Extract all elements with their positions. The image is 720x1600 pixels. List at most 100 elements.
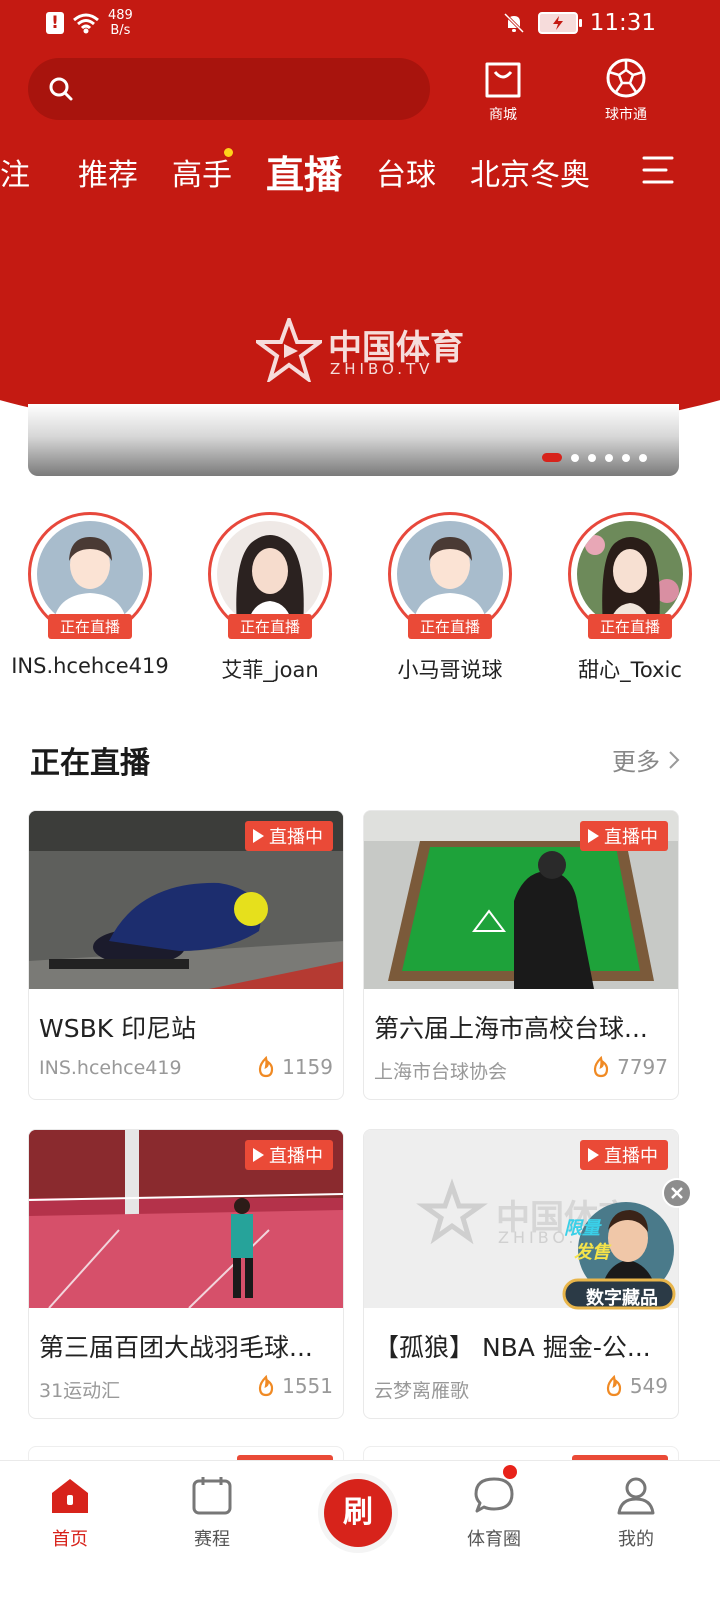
default-avatar-icon bbox=[37, 521, 143, 627]
tab-live[interactable]: 直播 bbox=[266, 144, 342, 199]
digital-collectible-promo[interactable]: 限量 发售 数字藏品 bbox=[560, 1194, 676, 1310]
notification-dot bbox=[503, 1465, 517, 1479]
heat-value: 549 bbox=[629, 1374, 668, 1398]
mall-button[interactable]: 商城 bbox=[468, 56, 538, 124]
nav-schedule-label: 赛程 bbox=[194, 1529, 230, 1550]
card-author: 云梦离雁歌 bbox=[374, 1380, 470, 1402]
card-title: WSBK 印尼站 bbox=[39, 1014, 197, 1043]
tab-experts[interactable]: 高手 bbox=[172, 150, 232, 194]
search-icon bbox=[49, 77, 73, 101]
battery-icon bbox=[537, 12, 582, 34]
live-card[interactable]: 直播中 WSBK 印尼站 INS.hcehce419 1159 bbox=[28, 810, 344, 1100]
card-author: INS.hcehce419 bbox=[39, 1057, 182, 1079]
tab-beijing-winter-olympics[interactable]: 北京冬奥 bbox=[470, 150, 590, 194]
heat-value: 1551 bbox=[282, 1374, 333, 1398]
brand-logo: 中国体育 ZHIBO.TV bbox=[256, 318, 464, 384]
tab-billiards[interactable]: 台球 bbox=[376, 150, 436, 194]
category-tabs: 关注 推荐 高手 直播 台球 北京冬奥 bbox=[0, 140, 720, 204]
user-icon bbox=[617, 1477, 655, 1515]
default-avatar-icon bbox=[397, 521, 503, 627]
live-badge: 正在直播 bbox=[227, 614, 313, 639]
live-card[interactable]: 直播中 第三届百团大战羽毛球... 31运动汇 1551 bbox=[28, 1129, 344, 1419]
streamer-item[interactable]: 正在直播 甜心_Toxic bbox=[540, 512, 720, 684]
carousel-dots bbox=[542, 453, 647, 462]
flame-icon bbox=[593, 1056, 609, 1078]
card-author: 上海市台球协会 bbox=[374, 1061, 508, 1083]
play-icon bbox=[253, 1148, 264, 1162]
tab-recommend[interactable]: 推荐 bbox=[78, 150, 138, 194]
live-tag-label: 直播中 bbox=[604, 1146, 658, 1167]
heat-count: 7797 bbox=[591, 1055, 668, 1079]
sim-alert-icon bbox=[46, 12, 64, 34]
nav-home-label: 首页 bbox=[52, 1529, 88, 1550]
live-tag-label: 直播中 bbox=[269, 827, 323, 848]
carousel-dot[interactable] bbox=[571, 453, 579, 462]
app-screen: 489 B/s 11:31 bbox=[0, 0, 720, 1600]
card-title: 【孤狼】 NBA 掘金-公... bbox=[374, 1333, 651, 1362]
streamer-name: 甜心_Toxic bbox=[578, 658, 682, 682]
network-speed: 489 B/s bbox=[108, 8, 133, 38]
live-tag: 直播中 bbox=[245, 821, 333, 851]
nav-sports-circle-label: 体育圈 bbox=[467, 1529, 521, 1550]
mall-label: 商城 bbox=[489, 107, 517, 123]
status-bar: 489 B/s 11:31 bbox=[0, 0, 720, 48]
streamer-item[interactable]: 正在直播 INS.hcehce419 bbox=[0, 512, 180, 678]
tab-follow[interactable]: 关注 bbox=[0, 150, 30, 194]
search-input[interactable] bbox=[28, 58, 430, 120]
heat-count: 1159 bbox=[256, 1055, 333, 1079]
live-badge: 正在直播 bbox=[407, 614, 493, 639]
avatar: 正在直播 bbox=[388, 512, 512, 639]
nav-profile[interactable]: 我的 bbox=[576, 1475, 696, 1551]
avatar: 正在直播 bbox=[208, 512, 332, 639]
heat-value: 1159 bbox=[282, 1055, 333, 1079]
nav-home[interactable]: 首页 bbox=[10, 1475, 130, 1551]
avatar: 正在直播 bbox=[28, 512, 152, 639]
streamer-photo bbox=[577, 521, 683, 627]
live-streamers-row: 正在直播 INS.hcehce419 正在直播 艾菲_joan 正在直播 小马哥… bbox=[0, 512, 720, 692]
nav-shuffle-button[interactable]: 刷 bbox=[318, 1473, 398, 1553]
promo-line3: 数字藏品 bbox=[586, 1288, 658, 1309]
carousel-dot[interactable] bbox=[542, 453, 562, 462]
brand-logo-en: ZHIBO.TV bbox=[330, 360, 434, 378]
close-icon bbox=[671, 1187, 683, 1199]
status-right: 11:31 bbox=[502, 10, 656, 36]
more-label: 更多 bbox=[612, 748, 660, 776]
banner-carousel[interactable] bbox=[28, 404, 679, 476]
streamer-item[interactable]: 正在直播 艾菲_joan bbox=[180, 512, 360, 684]
card-title: 第六届上海市高校台球... bbox=[374, 1014, 648, 1043]
flame-icon bbox=[258, 1375, 274, 1397]
carousel-dot[interactable] bbox=[605, 453, 613, 462]
video-thumbnail: 直播中 bbox=[29, 1130, 343, 1308]
carousel-dot[interactable] bbox=[588, 453, 596, 462]
avatar: 正在直播 bbox=[568, 512, 692, 639]
ball-market-button[interactable]: 球市通 bbox=[591, 56, 661, 124]
football-icon bbox=[606, 58, 646, 98]
nav-schedule[interactable]: 赛程 bbox=[152, 1475, 272, 1551]
flame-icon bbox=[258, 1056, 274, 1078]
clock: 11:31 bbox=[589, 10, 656, 36]
streamer-name: 小马哥说球 bbox=[397, 658, 503, 682]
carousel-dot[interactable] bbox=[639, 453, 647, 462]
live-tag-label: 直播中 bbox=[604, 827, 658, 848]
promo-line2: 发售 bbox=[574, 1242, 610, 1263]
promo-line1: 限量 bbox=[564, 1218, 600, 1239]
live-badge: 正在直播 bbox=[47, 614, 133, 639]
live-tag: 直播中 bbox=[580, 821, 668, 851]
video-thumbnail: 直播中 bbox=[29, 811, 343, 989]
heat-count: 1551 bbox=[256, 1374, 333, 1398]
streamer-name: INS.hcehce419 bbox=[11, 654, 169, 678]
close-promo-button[interactable] bbox=[662, 1178, 692, 1208]
carousel-dot[interactable] bbox=[622, 453, 630, 462]
heat-value: 7797 bbox=[617, 1055, 668, 1079]
play-icon bbox=[253, 829, 264, 843]
tab-new-dot bbox=[224, 148, 233, 157]
streamer-item[interactable]: 正在直播 小马哥说球 bbox=[360, 512, 540, 684]
network-speed-unit: B/s bbox=[110, 23, 131, 38]
card-author: 31运动汇 bbox=[39, 1380, 121, 1402]
live-badge: 正在直播 bbox=[587, 614, 673, 639]
nav-sports-circle[interactable]: 体育圈 bbox=[434, 1475, 554, 1551]
more-link[interactable]: 更多 bbox=[612, 742, 680, 777]
live-card[interactable]: 直播中 第六届上海市高校台球... 上海市台球协会 7797 bbox=[363, 810, 679, 1100]
chevron-right-icon bbox=[669, 750, 680, 769]
menu-icon[interactable] bbox=[640, 152, 676, 188]
